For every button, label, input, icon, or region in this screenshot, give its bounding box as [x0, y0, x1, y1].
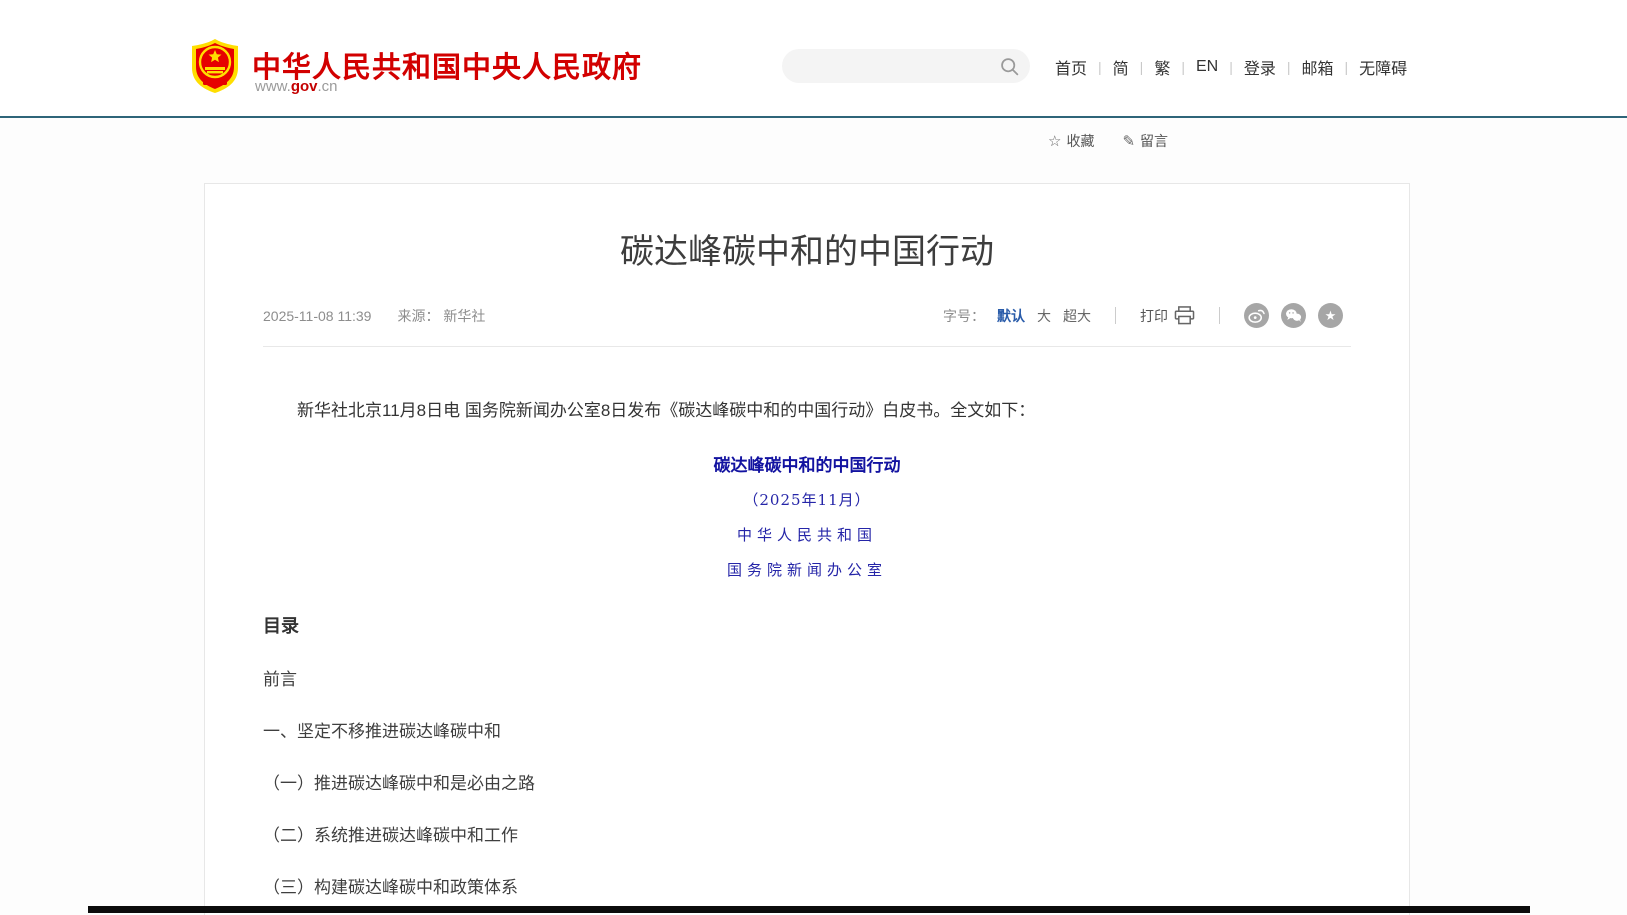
toc-item-section1-1: （一）推进碳达峰碳中和是必由之路: [263, 769, 1351, 794]
site-header: 中华人民共和国中央人民政府 www.gov.cn 首页 | 简 | 繁 | EN…: [0, 0, 1627, 116]
document-org-line1: 中华人民共和国: [263, 524, 1351, 545]
nav-home[interactable]: 首页: [1044, 55, 1098, 79]
nav-mailbox[interactable]: 邮箱: [1291, 55, 1345, 79]
fontsize-large-button[interactable]: 大: [1037, 306, 1051, 326]
print-label: 打印: [1140, 306, 1168, 326]
wechat-icon: [1284, 306, 1303, 325]
article-title: 碳达峰碳中和的中国行动: [263, 224, 1351, 273]
favorite-label: 收藏: [1066, 131, 1094, 151]
star-share-button[interactable]: ★: [1318, 303, 1343, 328]
toc-heading: 目录: [263, 612, 1351, 638]
nav-login[interactable]: 登录: [1233, 55, 1287, 79]
search-input[interactable]: [798, 58, 998, 74]
site-url-gov: gov: [291, 78, 318, 95]
weibo-icon: [1247, 306, 1266, 325]
share-buttons: ★: [1244, 303, 1343, 328]
star-share-icon: ★: [1325, 308, 1337, 324]
comment-button[interactable]: ✎ 留言: [1122, 131, 1168, 151]
search-bar: [782, 49, 1030, 83]
toc-item-preface: 前言: [263, 665, 1351, 690]
document-date: （2025年11月）: [263, 489, 1351, 510]
nav-traditional[interactable]: 繁: [1143, 55, 1181, 79]
fontsize-default-button[interactable]: 默认: [997, 306, 1025, 326]
wechat-share-button[interactable]: [1281, 303, 1306, 328]
weibo-share-button[interactable]: [1244, 303, 1269, 328]
article-meta-row: 2025-11-08 11:39 来源： 新华社 字号： 默认 大 超大 打印: [263, 303, 1351, 347]
site-url-cn: .cn: [318, 78, 338, 95]
search-icon[interactable]: [998, 55, 1020, 77]
comment-label: 留言: [1140, 131, 1168, 151]
site-url: www.gov.cn: [255, 78, 338, 95]
article-lead: 新华社北京11月8日电 国务院新闻办公室8日发布《碳达峰碳中和的中国行动》白皮书…: [263, 397, 1351, 424]
fontsize-label: 字号：: [943, 306, 985, 326]
toc-item-section1: 一、坚定不移推进碳达峰碳中和: [263, 717, 1351, 742]
page: 中华人民共和国中央人民政府 www.gov.cn 首页 | 简 | 繁 | EN…: [0, 0, 1627, 915]
document-org-line2: 国务院新闻办公室: [263, 559, 1351, 580]
article-meta-left: 2025-11-08 11:39 来源： 新华社: [263, 306, 485, 326]
toc-item-section1-3: （三）构建碳达峰碳中和政策体系: [263, 873, 1351, 898]
print-button[interactable]: 打印: [1140, 306, 1195, 326]
nav-accessibility[interactable]: 无障碍: [1348, 55, 1418, 79]
site-url-www: www.: [255, 78, 291, 95]
header-divider: [0, 116, 1627, 118]
meta-separator: [1219, 307, 1220, 324]
nav-simplified[interactable]: 简: [1102, 55, 1140, 79]
source-value: 新华社: [443, 308, 485, 324]
printer-icon: [1174, 306, 1195, 325]
top-nav: 首页 | 简 | 繁 | EN | 登录 | 邮箱 | 无障碍: [1044, 55, 1418, 79]
page-actions: ☆ 收藏 ✎ 留言: [1048, 131, 1168, 151]
meta-separator: [1115, 307, 1116, 324]
source: 来源： 新华社: [397, 306, 485, 326]
favorite-button[interactable]: ☆ 收藏: [1048, 131, 1094, 151]
fontsize-xlarge-button[interactable]: 超大: [1063, 306, 1091, 326]
star-icon: ☆: [1048, 132, 1061, 150]
article-meta-right: 字号： 默认 大 超大 打印: [943, 303, 1343, 328]
document-heading: 碳达峰碳中和的中国行动: [263, 451, 1351, 476]
publish-date: 2025-11-08 11:39: [263, 308, 371, 324]
bottom-edge-bar: [88, 906, 1530, 913]
toc-item-section1-2: （二）系统推进碳达峰碳中和工作: [263, 821, 1351, 846]
article-card: 碳达峰碳中和的中国行动 2025-11-08 11:39 来源： 新华社 字号：…: [204, 183, 1410, 915]
national-emblem-logo: [190, 38, 240, 94]
source-label: 来源：: [397, 308, 439, 324]
pencil-icon: ✎: [1122, 132, 1135, 150]
nav-english[interactable]: EN: [1185, 58, 1229, 76]
